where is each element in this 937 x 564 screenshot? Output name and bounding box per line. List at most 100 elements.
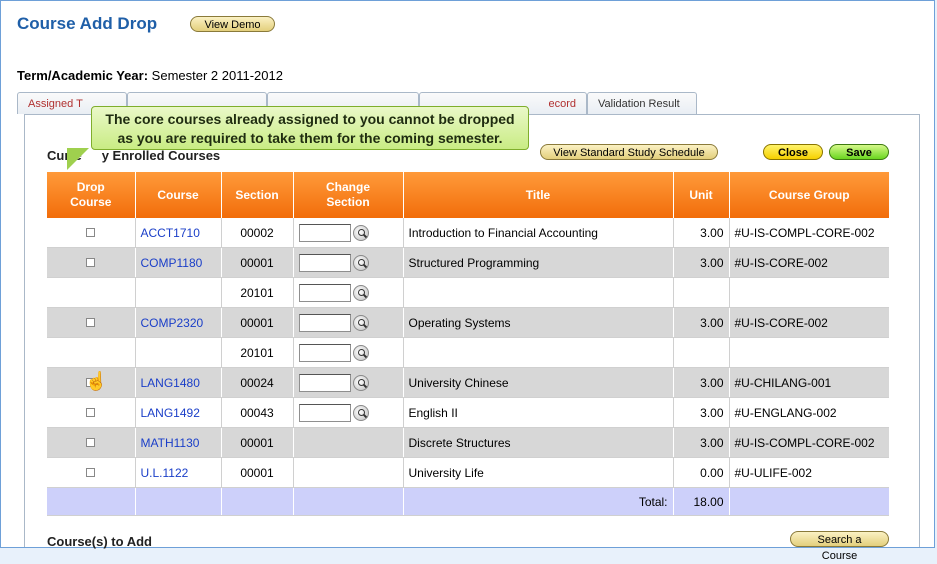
enrolled-title-right: y Enrolled Courses: [101, 148, 221, 163]
drop-cell: [47, 457, 136, 488]
course-link[interactable]: COMP1180: [141, 256, 203, 270]
search-icon[interactable]: [352, 314, 369, 331]
change-section-cell: [293, 457, 404, 488]
page-title: Course Add Drop: [17, 14, 158, 33]
course-link[interactable]: U.L.1122: [141, 466, 189, 480]
search-icon[interactable]: [352, 224, 369, 241]
change-section-input[interactable]: [298, 313, 351, 332]
col-course-group: Course Group: [729, 172, 889, 218]
total-empty: [135, 487, 222, 516]
course-group-cell: #U-CHILANG-001: [729, 367, 889, 398]
drop-cell: [47, 397, 136, 428]
close-button[interactable]: Close: [763, 144, 823, 160]
course-group-cell: [729, 337, 889, 368]
total-row: Total: 18.00: [47, 487, 889, 516]
tooltip-pointer: [67, 148, 89, 170]
term-label: Term/Academic Year:: [17, 68, 149, 83]
course-link[interactable]: MATH1130: [141, 436, 200, 450]
total-empty: [293, 487, 404, 516]
section-cell: 00024: [221, 367, 294, 398]
tab-validation-result[interactable]: Validation Result: [587, 92, 697, 114]
search-icon[interactable]: [352, 254, 369, 271]
total-empty: [221, 487, 294, 516]
section-cell: 20101: [221, 337, 294, 368]
change-section-input[interactable]: [298, 343, 351, 362]
table-row: MATH1130 00001 Discrete Structures 3.00 #U-I…: [47, 427, 889, 458]
col-change-section: Change Section: [293, 172, 404, 218]
change-section-input[interactable]: [298, 223, 351, 242]
search-icon[interactable]: [352, 284, 369, 301]
change-section-cell: [293, 337, 404, 368]
drop-cell: [47, 337, 136, 368]
title-cell: Structured Programming: [403, 247, 674, 278]
section-cell: 00043: [221, 397, 294, 428]
drop-checkbox[interactable]: [86, 467, 96, 477]
hand-cursor-icon: ☝: [85, 371, 108, 391]
table-header-row: Drop Course Course Section Change Section …: [47, 172, 889, 218]
course-link[interactable]: COMP2320: [141, 316, 204, 330]
drop-checkbox[interactable]: [86, 407, 96, 417]
search-course-button[interactable]: Search a Course: [790, 531, 889, 562]
drop-cell: [47, 307, 136, 338]
unit-cell: 3.00: [673, 218, 730, 248]
drop-checkbox[interactable]: [86, 317, 96, 327]
table-row: LANG1492 00043 English II 3.00 #U-ENGLANG-00…: [47, 397, 889, 428]
table-row: COMP2320 00001 Operating Systems 3.00 #U-IS-…: [47, 307, 889, 338]
change-section-cell: [293, 427, 404, 458]
change-section-cell: [293, 307, 404, 338]
drop-cell: [47, 277, 136, 308]
course-cell: ACCT1710: [135, 218, 222, 248]
title-cell: [403, 337, 674, 368]
drop-checkbox[interactable]: [86, 227, 96, 237]
core-course-tooltip: The core courses already assigned to you…: [91, 106, 529, 150]
change-section-cell: [293, 218, 404, 248]
drop-cell: [47, 218, 136, 248]
course-cell: MATH1130: [135, 427, 222, 458]
title-cell: [403, 277, 674, 308]
course-group-cell: #U-ENGLANG-002: [729, 397, 889, 428]
search-icon[interactable]: [352, 344, 369, 361]
change-section-input[interactable]: [298, 253, 351, 272]
section-cell: 20101: [221, 277, 294, 308]
total-empty: [729, 487, 889, 516]
drop-checkbox[interactable]: [86, 437, 96, 447]
course-link[interactable]: LANG1480: [141, 376, 200, 390]
drop-checkbox[interactable]: [86, 257, 96, 267]
table-row: ACCT1710 00002 Introduction to Financial A…: [47, 218, 889, 248]
course-group-cell: #U-IS-CORE-002: [729, 307, 889, 338]
title-cell: University Life: [403, 457, 674, 488]
section-cell: 00002: [221, 218, 294, 248]
course-cell: LANG1480: [135, 367, 222, 398]
unit-cell: 3.00: [673, 247, 730, 278]
save-button[interactable]: Save: [829, 144, 889, 160]
change-section-input[interactable]: [298, 373, 351, 392]
course-cell: [135, 277, 222, 308]
course-link[interactable]: LANG1492: [141, 406, 200, 420]
change-section-input[interactable]: [298, 403, 351, 422]
table-row: LANG1480 00024 University Chinese 3.00 #U-CH…: [47, 367, 889, 398]
total-empty: [47, 487, 136, 516]
course-cell: [135, 337, 222, 368]
courses-to-add-title: Course(s) to Add: [47, 534, 152, 549]
table-row: 20101: [47, 277, 889, 308]
unit-cell: 3.00: [673, 397, 730, 428]
course-group-cell: #U-IS-CORE-002: [729, 247, 889, 278]
course-group-cell: #U-IS-COMPL-CORE-002: [729, 218, 889, 248]
title-cell: Introduction to Financial Accounting: [403, 218, 674, 248]
view-demo-button[interactable]: View Demo: [190, 16, 275, 32]
search-icon[interactable]: [352, 404, 369, 421]
section-cell: 00001: [221, 307, 294, 338]
change-section-cell: [293, 367, 404, 398]
section-cell: 00001: [221, 457, 294, 488]
change-section-input[interactable]: [298, 283, 351, 302]
course-group-cell: #U-IS-COMPL-CORE-002: [729, 427, 889, 458]
total-value: 18.00: [673, 487, 730, 516]
table-row: U.L.1122 00001 University Life 0.00 #U-ULIFE…: [47, 457, 889, 488]
col-section: Section: [221, 172, 294, 218]
col-course: Course: [135, 172, 222, 218]
search-icon[interactable]: [352, 374, 369, 391]
term-info: Term/Academic Year: Semester 2 2011-2012: [17, 68, 283, 83]
course-link[interactable]: ACCT1710: [141, 226, 200, 240]
drop-cell: [47, 427, 136, 458]
view-standard-study-schedule-button[interactable]: View Standard Study Schedule: [540, 144, 718, 160]
